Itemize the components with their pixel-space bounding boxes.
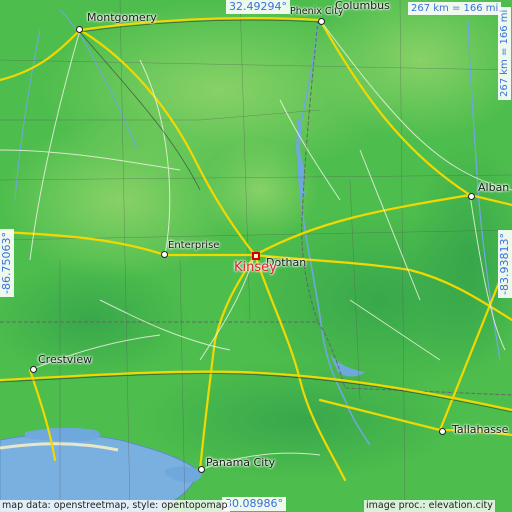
- city-label-crestview[interactable]: Crestview: [38, 354, 92, 366]
- city-label-enterprise[interactable]: Enterprise: [168, 240, 219, 252]
- city-label-montgomery[interactable]: Montgomery: [87, 12, 157, 24]
- city-dot-tallahassee[interactable]: [439, 428, 446, 435]
- city-label-albany[interactable]: Alban: [478, 182, 509, 194]
- city-dot-columbus[interactable]: [318, 18, 325, 25]
- city-dot-panama-city[interactable]: [198, 466, 205, 473]
- city-dot-enterprise[interactable]: [161, 251, 168, 258]
- coord-right-longitude: -83.93813°: [498, 230, 512, 298]
- map-credit: map data: openstreetmap, style: opentopo…: [0, 500, 230, 512]
- city-dot-montgomery[interactable]: [76, 26, 83, 33]
- coord-left-longitude: -86.75063°: [0, 229, 14, 297]
- city-label-tallahassee[interactable]: Tallahasse: [452, 424, 508, 436]
- image-credit: image proc.: elevation.city: [364, 500, 495, 512]
- scale-vertical: 267 km = 166 mi: [498, 6, 511, 100]
- city-dot-crestview[interactable]: [30, 366, 37, 373]
- city-label-columbus[interactable]: Columbus: [335, 0, 390, 12]
- coord-top-latitude: 32.49294°: [226, 0, 290, 14]
- coord-bottom-latitude: 30.08986°: [222, 497, 286, 511]
- map-viewport[interactable]: Montgomery Phenix City Columbus Alban En…: [0, 0, 512, 512]
- city-label-panama-city[interactable]: Panama City: [206, 457, 275, 469]
- place-label: Kinsey: [234, 260, 277, 275]
- scale-horizontal: 267 km = 166 mi: [408, 2, 502, 15]
- city-dot-albany[interactable]: [468, 193, 475, 200]
- location-marker-icon[interactable]: [252, 252, 260, 260]
